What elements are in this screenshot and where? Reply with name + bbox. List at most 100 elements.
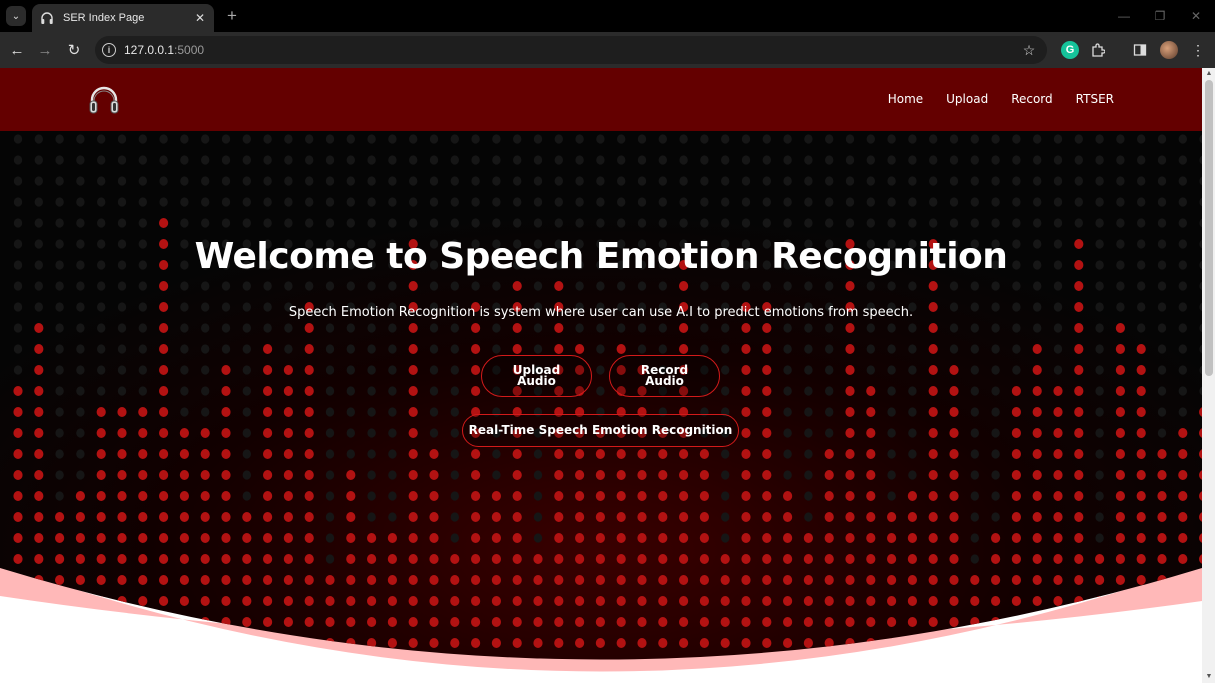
equalizer-dot <box>388 365 397 375</box>
equalizer-dot <box>887 365 896 375</box>
equalizer-dot-lit <box>1032 491 1042 501</box>
equalizer-dot <box>783 470 792 480</box>
new-tab-icon[interactable]: + <box>222 6 242 26</box>
equalizer-dot <box>845 218 855 228</box>
equalizer-dot <box>1095 428 1104 438</box>
equalizer-dot <box>325 281 335 291</box>
nav-record[interactable]: Record <box>1011 92 1052 106</box>
equalizer-dot <box>201 155 210 165</box>
nav-home[interactable]: Home <box>888 92 923 106</box>
equalizer-dot <box>305 134 314 144</box>
equalizer-dot <box>887 386 896 396</box>
equalizer-dot-lit <box>1011 596 1022 606</box>
back-arrow-icon[interactable]: ← <box>6 39 28 61</box>
restore-icon[interactable]: ❐ <box>1148 6 1172 26</box>
window-close-icon[interactable]: ✕ <box>1184 6 1208 26</box>
equalizer-dot-lit <box>741 617 751 627</box>
minimize-icon[interactable]: — <box>1112 6 1136 26</box>
equalizer-dot <box>263 281 272 291</box>
scroll-down-arrow-icon[interactable]: ▼ <box>1205 673 1213 681</box>
equalizer-dot <box>1033 281 1042 291</box>
rtser-button[interactable]: Real-Time Speech Emotion Recognition <box>462 414 739 447</box>
equalizer-dot-lit <box>1074 407 1084 417</box>
equalizer-dot <box>34 176 43 186</box>
equalizer-dot <box>325 386 335 396</box>
equalizer-dot-lit <box>491 638 501 648</box>
equalizer-dot-lit <box>1053 533 1063 543</box>
nav-upload[interactable]: Upload <box>946 92 988 106</box>
equalizer-dot-lit <box>221 512 231 522</box>
tab-search-button[interactable]: ⌄ <box>6 6 26 26</box>
browser-menu-icon[interactable]: ⋮ <box>1189 41 1207 59</box>
equalizer-dot-lit <box>554 344 564 354</box>
equalizer-dot-lit <box>595 470 606 480</box>
equalizer-dot <box>1033 218 1042 228</box>
tab-close-icon[interactable]: ✕ <box>192 10 208 26</box>
hero-subtitle: Speech Emotion Recognition is system whe… <box>288 305 914 320</box>
equalizer-dot <box>1137 134 1146 144</box>
equalizer-dot-lit <box>845 344 855 354</box>
equalizer-dot <box>762 176 771 186</box>
equalizer-dot <box>1074 218 1084 228</box>
equalizer-dot-lit <box>637 491 647 501</box>
bookmark-star-icon[interactable]: ☆ <box>1019 42 1039 59</box>
equalizer-dot-lit <box>741 407 751 417</box>
equalizer-dot <box>429 323 439 333</box>
equalizer-dot <box>1178 134 1188 144</box>
equalizer-dot <box>991 155 1000 165</box>
equalizer-dot <box>721 134 730 144</box>
scrollbar-thumb[interactable] <box>1205 80 1213 376</box>
equalizer-dot-lit <box>117 575 127 585</box>
equalizer-dot-lit <box>658 554 668 564</box>
equalizer-dot-lit <box>1032 449 1042 459</box>
equalizer-dot-lit <box>13 407 23 417</box>
equalizer-dot-lit <box>283 470 293 480</box>
headphones-icon[interactable] <box>88 84 120 116</box>
side-panel-icon[interactable] <box>1131 41 1149 59</box>
equalizer-dot-lit <box>679 533 689 543</box>
scroll-up-arrow-icon[interactable]: ▲ <box>1205 70 1213 78</box>
address-bar[interactable]: i 127.0.0.1:5000 ☆ <box>95 36 1047 64</box>
reload-icon[interactable]: ↻ <box>63 39 85 61</box>
equalizer-dot <box>159 197 168 207</box>
equalizer-dot <box>1116 218 1125 228</box>
equalizer-dot-lit <box>283 554 293 564</box>
equalizer-dot-lit <box>408 617 418 627</box>
equalizer-dot-lit <box>387 533 397 543</box>
equalizer-dot-lit <box>845 428 855 438</box>
site-info-icon[interactable]: i <box>102 43 116 57</box>
equalizer-dot <box>596 281 605 291</box>
equalizer-dot <box>367 155 376 165</box>
profile-avatar[interactable] <box>1160 41 1178 59</box>
equalizer-dot <box>1178 155 1188 165</box>
nav-rtser[interactable]: RTSER <box>1076 92 1114 106</box>
equalizer-dot-lit <box>242 575 252 585</box>
equalizer-dot-lit <box>471 365 481 375</box>
equalizer-dot <box>201 407 210 417</box>
extensions-puzzle-icon[interactable] <box>1089 41 1107 59</box>
page-scrollbar[interactable]: ▲ ▼ <box>1202 68 1215 683</box>
equalizer-dot-lit <box>637 554 647 564</box>
equalizer-dot-lit <box>699 491 710 501</box>
equalizer-dot <box>1095 512 1104 522</box>
equalizer-dot <box>1074 176 1084 186</box>
equalizer-dot <box>991 407 1000 417</box>
upload-audio-button[interactable]: Upload Audio <box>481 355 592 397</box>
equalizer-dot-lit <box>34 638 44 648</box>
equalizer-dot <box>970 512 979 522</box>
equalizer-dot-lit <box>304 470 314 480</box>
equalizer-dot <box>866 344 875 354</box>
forward-arrow-icon[interactable]: → <box>34 39 56 61</box>
equalizer-dot <box>201 218 210 228</box>
equalizer-dot-lit <box>387 638 397 648</box>
equalizer-dot <box>700 134 709 144</box>
equalizer-dot-lit <box>283 617 293 627</box>
equalizer-dot <box>1137 281 1146 291</box>
equalizer-dot <box>346 449 355 459</box>
equalizer-dot-lit <box>450 617 460 627</box>
record-audio-button[interactable]: Record Audio <box>609 355 720 397</box>
browser-tab[interactable]: SER Index Page ✕ <box>32 4 214 32</box>
equalizer-dot <box>346 365 355 375</box>
equalizer-dot-lit <box>429 470 439 480</box>
grammarly-extension-icon[interactable]: G <box>1061 41 1079 59</box>
